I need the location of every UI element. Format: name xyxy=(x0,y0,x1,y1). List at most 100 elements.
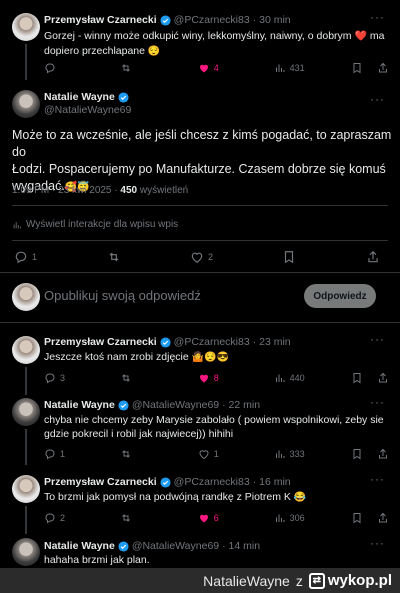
views-button[interactable]: 306 xyxy=(274,512,352,524)
thread-line xyxy=(25,44,27,80)
tweet-time[interactable]: · 16 min xyxy=(253,476,291,488)
share-button[interactable] xyxy=(377,512,389,524)
views-button[interactable]: 333 xyxy=(274,448,352,460)
views-icon xyxy=(275,374,285,382)
author-handle[interactable]: @PCzarnecki83 xyxy=(174,476,250,488)
like-button[interactable]: 8 xyxy=(198,372,274,384)
tweet-actions: 3 8 440 xyxy=(44,372,389,384)
verified-icon xyxy=(118,91,129,103)
author-handle[interactable]: @NatalieWayne69 xyxy=(44,104,131,116)
tweet-meta: 1:09 PM · 23 kwi 2025 · 450 wyświetleń xyxy=(12,185,188,196)
author-handle[interactable]: @PCzarnecki83 xyxy=(174,14,250,26)
like-count: 4 xyxy=(213,63,219,73)
avatar[interactable] xyxy=(12,90,40,118)
share-button[interactable] xyxy=(377,448,389,460)
reply-count: 1 xyxy=(60,449,66,459)
author-handle[interactable]: @NatalieWayne69 xyxy=(132,540,219,552)
thread-view: Przemysław Czarnecki @PCzarnecki83 · 30 … xyxy=(0,0,400,568)
author-name[interactable]: Przemysław Czarnecki xyxy=(44,336,157,348)
reply-submit-button[interactable]: Odpowiedz xyxy=(304,284,376,308)
avatar[interactable] xyxy=(12,13,40,41)
more-options-icon[interactable]: ··· xyxy=(370,332,385,346)
bookmark-button[interactable] xyxy=(282,250,296,264)
share-button[interactable] xyxy=(377,62,389,74)
tweet-header: Natalie Wayne @NatalieWayne69 · 14 min xyxy=(44,540,260,552)
author-name[interactable]: Natalie Wayne xyxy=(44,540,115,552)
reply-button[interactable] xyxy=(44,62,120,74)
tweet-text: Jeszcze ktoś nam zrobi zdjęcie 🤷😌😎 xyxy=(44,351,230,363)
verified-icon xyxy=(118,399,129,411)
more-options-icon[interactable]: ··· xyxy=(370,472,385,486)
bookmark-button[interactable] xyxy=(351,448,365,460)
more-options-icon[interactable]: ··· xyxy=(370,10,385,24)
reply-count: 3 xyxy=(60,373,66,383)
tweet-time[interactable]: · 23 min xyxy=(253,336,291,348)
like-button[interactable]: 6 xyxy=(198,512,274,524)
author-name[interactable]: Natalie Wayne xyxy=(44,399,115,411)
like-button[interactable]: 4 xyxy=(198,62,274,74)
author-name[interactable]: Przemysław Czarnecki xyxy=(44,476,157,488)
retweet-button[interactable] xyxy=(120,512,198,524)
like-button[interactable]: 1 xyxy=(198,448,274,460)
thread-line xyxy=(25,367,27,395)
wykop-logo[interactable]: ⇄ wykop.pl xyxy=(308,572,392,589)
reply-button[interactable]: 1 xyxy=(14,250,37,264)
tweet-header: Natalie Wayne @NatalieWayne69 · 22 min xyxy=(44,399,260,411)
retweet-button[interactable] xyxy=(107,250,121,264)
retweet-icon xyxy=(122,450,130,458)
retweet-icon xyxy=(122,514,130,522)
retweet-button[interactable] xyxy=(120,448,198,460)
retweet-icon xyxy=(122,64,130,72)
heart-filled-icon xyxy=(199,64,208,73)
retweet-button[interactable] xyxy=(120,372,198,384)
share-icon xyxy=(379,512,387,523)
footer-username[interactable]: NatalieWayne xyxy=(203,573,290,589)
view-interactions-link[interactable]: Wyświetl interakcje dla wpisu wpis xyxy=(12,219,178,230)
views-label: wyświetleń xyxy=(139,185,189,196)
heart-filled-icon xyxy=(199,374,208,383)
tweet-time[interactable]: · 30 min xyxy=(253,14,291,26)
like-count: 2 xyxy=(207,252,213,262)
author-handle[interactable]: @NatalieWayne69 xyxy=(132,399,219,411)
tweet-timestamp[interactable]: 1:09 PM · 23 kwi 2025 · xyxy=(12,185,118,196)
avatar[interactable] xyxy=(12,538,40,566)
heart-icon xyxy=(191,252,203,263)
verified-icon xyxy=(118,540,129,552)
bookmark-icon xyxy=(353,513,361,524)
like-count: 8 xyxy=(213,373,219,383)
tweet-actions: 2 6 306 xyxy=(44,512,389,524)
reply-icon xyxy=(15,251,27,264)
more-options-icon[interactable]: ··· xyxy=(370,92,385,106)
more-options-icon[interactable]: ··· xyxy=(370,395,385,409)
reply-input[interactable]: Opublikuj swoją odpowiedź xyxy=(44,288,201,303)
avatar[interactable] xyxy=(12,336,40,364)
retweet-icon xyxy=(122,374,130,382)
views-button[interactable]: 431 xyxy=(274,62,352,74)
bookmark-button[interactable] xyxy=(351,62,365,74)
tweet-time[interactable]: · 22 min xyxy=(222,399,260,411)
avatar[interactable] xyxy=(12,398,40,426)
reply-icon xyxy=(45,63,55,74)
retweet-button[interactable] xyxy=(120,62,198,74)
bookmark-button[interactable] xyxy=(351,512,365,524)
author-name[interactable]: Natalie Wayne xyxy=(44,91,115,103)
views-button[interactable]: 440 xyxy=(274,372,352,384)
reply-button[interactable]: 2 xyxy=(44,512,120,524)
avatar[interactable] xyxy=(12,475,40,503)
tweet-text: hahaha brzmi jak plan. xyxy=(44,554,150,566)
tweet-time[interactable]: · 14 min xyxy=(222,540,260,552)
author-handle[interactable]: @PCzarnecki83 xyxy=(174,336,250,348)
heart-filled-icon xyxy=(199,514,208,523)
share-button[interactable] xyxy=(377,372,389,384)
bookmark-icon xyxy=(285,251,294,264)
tweet-text: To brzmi jak pomysł na podwójną randkę z… xyxy=(44,491,307,503)
bookmark-button[interactable] xyxy=(351,372,365,384)
reply-button[interactable]: 3 xyxy=(44,372,120,384)
share-button[interactable] xyxy=(366,250,380,264)
reply-button[interactable]: 1 xyxy=(44,448,120,460)
author-name[interactable]: Przemysław Czarnecki xyxy=(44,14,157,26)
footer-z: z xyxy=(295,572,303,589)
bookmark-icon xyxy=(353,449,361,460)
more-options-icon[interactable]: ··· xyxy=(370,536,385,550)
like-button[interactable]: 2 xyxy=(190,250,213,264)
